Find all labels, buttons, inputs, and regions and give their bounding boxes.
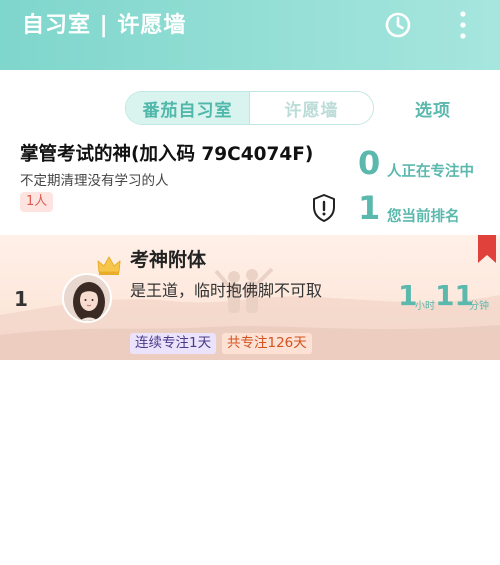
member-count-badge: 1人: [20, 192, 54, 212]
current-rank: 1: [358, 189, 381, 227]
tab-wish-wall[interactable]: 许愿墙: [250, 92, 373, 124]
crown-icon: [96, 254, 122, 278]
minutes-unit: 分钟: [469, 301, 489, 312]
bookmark-icon: [478, 235, 496, 263]
ranking-row[interactable]: 1 考神附体 是王道，临时抱佛脚不可取 连续专注1天 共专注126天 1 小时 …: [0, 235, 500, 360]
user-name: 考神附体: [130, 249, 207, 271]
user-motto: 是王道，临时抱佛脚不可取: [130, 281, 323, 300]
clock-icon[interactable]: [383, 10, 413, 40]
hours-unit: 小时: [415, 301, 435, 312]
app-header: 自习室 | 许愿墙: [0, 0, 500, 70]
focusing-label: 人正在专注中: [387, 164, 474, 180]
app-title: 自习室 | 许愿墙: [22, 13, 187, 38]
current-rank-label: 您当前排名: [387, 209, 460, 225]
shield-icon[interactable]: [310, 193, 338, 223]
room-name: 掌管考试的神(加入码 79C4074F): [20, 144, 314, 165]
more-vertical-icon[interactable]: [452, 9, 474, 41]
avatar[interactable]: [62, 273, 112, 323]
total-days-tag: 共专注126天: [222, 333, 312, 354]
focusing-count: 0: [358, 144, 381, 182]
streak-tag: 连续专注1天: [130, 333, 217, 354]
tab-group: 番茄自习室 许愿墙: [125, 91, 374, 125]
options-button[interactable]: 选项: [415, 96, 451, 121]
room-description: 不定期清理没有学习的人: [20, 173, 169, 189]
rank-index: 1: [14, 287, 28, 311]
tab-pomodoro-room[interactable]: 番茄自习室: [126, 92, 250, 124]
